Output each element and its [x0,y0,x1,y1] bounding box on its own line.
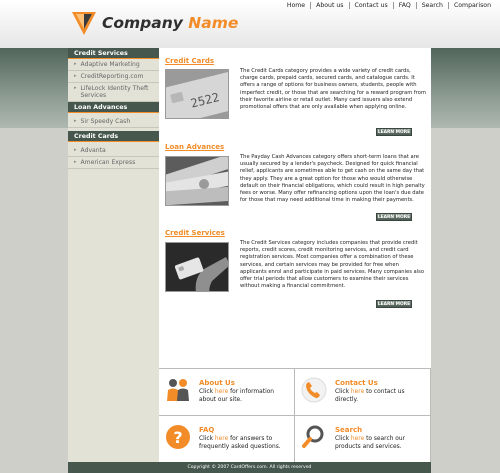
sidebar-item-label: Sir Speedy Cash [80,118,131,125]
section-credit-services: Credit Services The Credit Services cate… [159,229,431,311]
section-loan-advances: Loan Advances The Payday Cash Advances c… [159,143,431,225]
learn-more-button[interactable]: LEARN MORE [376,213,412,221]
box-text: Click here to search our products and se… [335,436,425,451]
nav-comparison[interactable]: Comparison [447,2,496,9]
box-text-pre: Click [335,436,351,442]
sidebar-item-label: Adaptive Marketing [80,61,140,68]
arrow-icon: ▸ [74,85,77,91]
arrow-icon: ▸ [74,61,77,67]
logo-word-name: Name [188,14,239,32]
phone-icon [301,377,327,403]
footer: Copyright © 2007 CardOffers.com. All rig… [68,462,431,473]
learn-more-button[interactable]: LEARN MORE [376,128,412,136]
cash-photo [165,156,229,206]
logo-word-company: Company [102,14,183,32]
sidebar-item-lifelock[interactable]: ▸ LifeLock Identity Theft Services [68,83,159,102]
box-title[interactable]: Contact Us [335,379,378,387]
arrow-icon: ▸ [74,73,77,79]
sidebar-item-label: LifeLock Identity Theft Services [80,85,149,99]
svg-text:?: ? [173,428,182,447]
contact-us-box: Contact Us Click here to contact us dire… [295,369,431,416]
contact-here-link[interactable]: here [351,389,364,395]
nav-search[interactable]: Search [415,2,448,9]
nav-about-us[interactable]: About us [310,2,348,9]
arrow-icon: ▸ [74,118,77,124]
magnifier-icon [301,424,327,450]
arrow-icon: ▸ [74,159,77,165]
box-text-pre: Click [199,436,215,442]
sidebar-item-sir-speedy-cash[interactable]: ▸ Sir Speedy Cash [68,116,159,128]
sidebar-item-creditreporting[interactable]: ▸ CreditReporting.com [68,71,159,83]
learn-more-button[interactable]: LEARN MORE [376,300,412,308]
faq-here-link[interactable]: here [215,436,228,442]
box-title[interactable]: FAQ [199,426,214,434]
sidebar-item-adaptive-marketing[interactable]: ▸ Adaptive Marketing [68,59,159,71]
credit-card-photo: 2522 [165,69,229,119]
box-text-pre: Click [199,389,215,395]
info-boxes: About Us Click here for information abou… [159,368,431,463]
sidebar: Credit Services ▸ Adaptive Marketing ▸ Cre… [68,48,159,462]
sidebar-item-label: American Express [80,159,136,166]
section-description: The Credit Cards category provides a wid… [240,68,426,111]
sidebar-heading-credit-cards: Credit Cards [68,131,159,142]
section-title[interactable]: Loan Advances [165,143,224,151]
box-text-pre: Click [335,389,351,395]
logo-icon [70,9,98,37]
nav-home[interactable]: Home [282,2,310,9]
sidebar-heading-credit-services: Credit Services [68,48,159,59]
sidebar-heading-loan-advances: Loan Advances [68,102,159,113]
box-text: Click here to contact us directly. [335,389,425,404]
search-here-link[interactable]: here [351,436,364,442]
sidebar-item-label: CreditReporting.com [80,73,144,80]
content-wrapper: Credit Services ▸ Adaptive Marketing ▸ Cre… [68,48,431,473]
about-here-link[interactable]: here [215,389,228,395]
section-description: The Payday Cash Advances category offers… [240,154,425,204]
box-text: Click here for answers to frequently ask… [199,436,289,451]
section-credit-cards: Credit Cards 2522 The Credit Cards categ… [159,57,431,139]
sidebar-item-american-express[interactable]: ▸ American Express [68,157,159,169]
hand-with-card-photo [165,242,229,292]
nav-faq[interactable]: FAQ [392,2,416,9]
sidebar-item-label: Advanta [80,147,106,154]
about-us-box: About Us Click here for information abou… [159,369,295,416]
section-description: The Credit Services category includes co… [240,240,425,290]
box-title[interactable]: Search [335,426,362,434]
logo-text: Company Name [102,14,238,32]
section-title[interactable]: Credit Cards [165,57,214,65]
sidebar-item-advanta[interactable]: ▸ Advanta [68,145,159,157]
top-navigation: Home About us Contact us FAQ Search Comp… [278,0,500,11]
nav-contact-us[interactable]: Contact us [348,2,393,9]
section-title[interactable]: Credit Services [165,229,225,237]
faq-box: ? FAQ Click here for answers to frequent… [159,416,295,463]
people-icon [165,377,191,403]
arrow-icon: ▸ [74,147,77,153]
search-box: Search Click here to search our products… [295,416,431,463]
box-text: Click here for information about our sit… [199,389,289,404]
box-title[interactable]: About Us [199,379,235,387]
main-content: Credit Cards 2522 The Credit Cards categ… [159,48,431,463]
logo[interactable]: Company Name [70,9,238,37]
question-icon: ? [165,424,191,450]
